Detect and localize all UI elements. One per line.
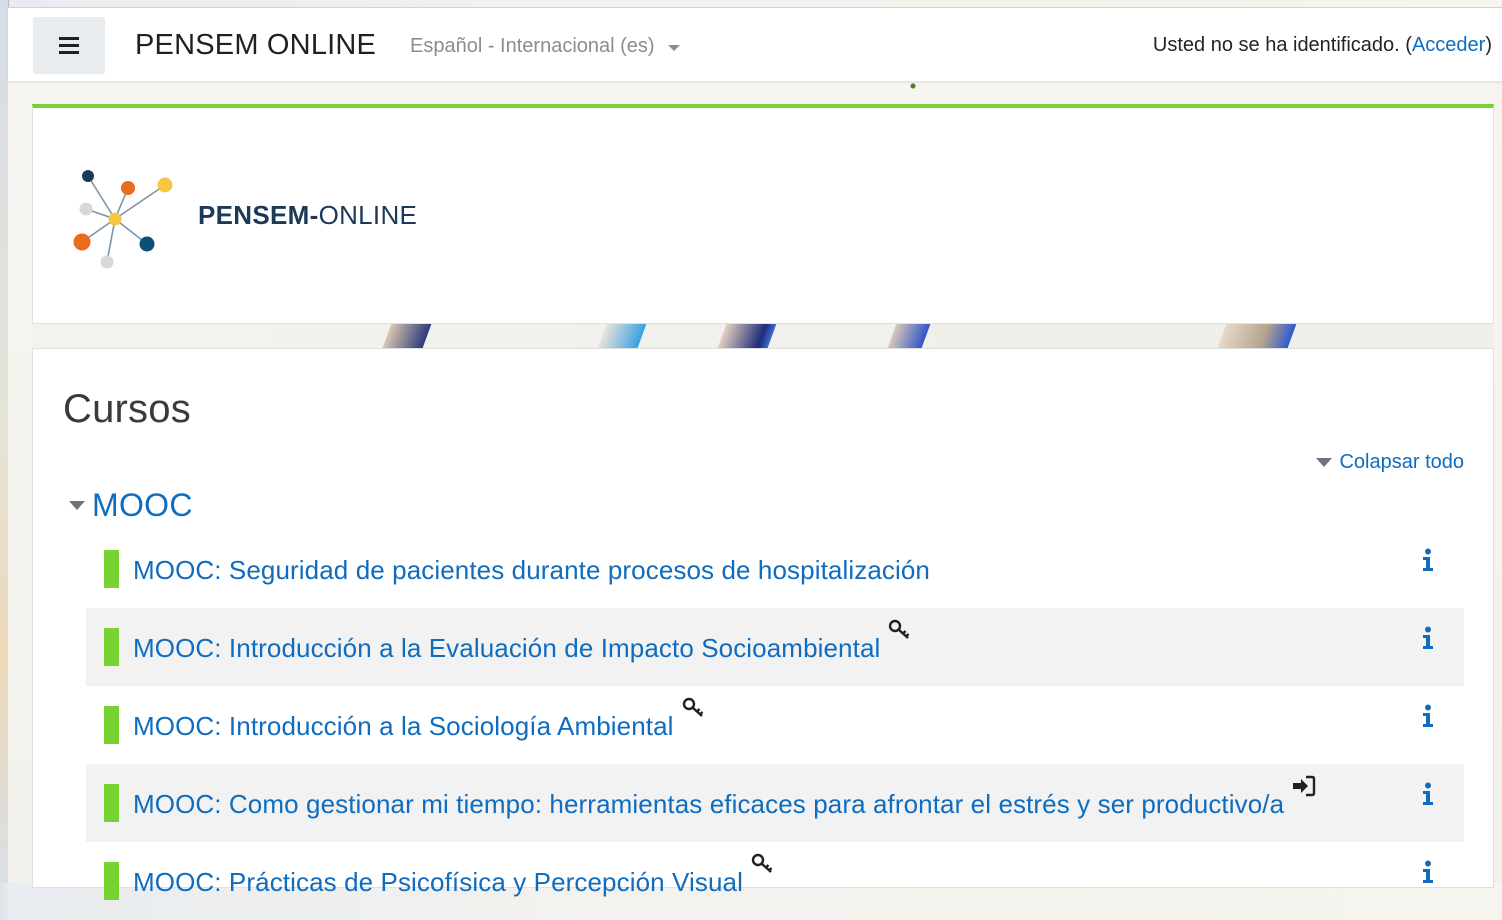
course-info-icon[interactable] [1421, 782, 1435, 806]
key-icon [751, 853, 773, 873]
site-name-link[interactable]: PENSEM ONLINE [135, 29, 376, 62]
collapse-all-label: Colapsar todo [1339, 451, 1464, 473]
course-listing-card: Cursos Colapsar todo MOOC MOOC: Segurida… [32, 348, 1494, 900]
course-title: MOOC: Prácticas de Psicofísica y Percepc… [133, 867, 743, 897]
triangle-down-icon [69, 501, 85, 510]
login-info: Usted no se ha identificado. (Acceder) [1153, 34, 1492, 57]
page-title: Cursos [63, 387, 191, 431]
logo-wordmark: PENSEM-ONLINE [198, 200, 417, 231]
course-row: MOOC: Prácticas de Psicofísica y Percepc… [86, 842, 1464, 920]
login-status-close: ) [1485, 34, 1492, 56]
sign-in-icon [1293, 775, 1316, 797]
course-link[interactable]: MOOC: Como gestionar mi tiempo: herramie… [133, 775, 1316, 820]
site-logo[interactable]: PENSEM-ONLINE [71, 164, 417, 274]
navbar: PENSEM ONLINE Español - Internacional (e… [8, 8, 1502, 82]
key-icon [682, 697, 703, 717]
course-info-icon[interactable] [1421, 704, 1435, 728]
course-link[interactable]: MOOC: Seguridad de pacientes durante pro… [133, 555, 930, 586]
key-icon [889, 619, 910, 639]
triangle-down-icon [1316, 458, 1333, 467]
course-status-bar [104, 706, 119, 744]
category-link[interactable]: MOOC [92, 487, 193, 524]
course-list: MOOC: Seguridad de pacientes durante pro… [86, 530, 1464, 920]
course-status-bar [104, 862, 119, 900]
course-link[interactable]: MOOC: Introducción a la Sociología Ambie… [133, 697, 706, 742]
course-row: MOOC: Seguridad de pacientes durante pro… [86, 530, 1464, 608]
language-label: Español - Internacional (es) [410, 35, 655, 57]
course-title: MOOC: Introducción a la Evaluación de Im… [133, 633, 881, 663]
network-logo-icon [73, 170, 173, 269]
course-status-bar [104, 784, 119, 822]
category-toggle[interactable]: MOOC [69, 487, 193, 524]
course-status-bar [104, 550, 119, 588]
course-row: MOOC: Como gestionar mi tiempo: herramie… [86, 764, 1464, 842]
course-title: MOOC: Como gestionar mi tiempo: herramie… [133, 789, 1285, 819]
header-background-image [32, 324, 1494, 348]
login-status-text: Usted no se ha identificado. ( [1152, 34, 1412, 56]
caret-down-icon [667, 44, 680, 51]
logo-wordmark-light: ONLINE [318, 200, 418, 230]
hamburger-icon [59, 37, 79, 54]
course-title: MOOC: Introducción a la Sociología Ambie… [133, 711, 674, 741]
course-info-icon[interactable] [1421, 860, 1435, 884]
login-link[interactable]: Acceder [1412, 34, 1485, 56]
logo-wordmark-bold: PENSEM- [198, 200, 319, 230]
collapse-all-link[interactable]: Colapsar todo [1316, 451, 1464, 474]
page-header: PENSEM-ONLINE [32, 104, 1494, 324]
course-info-icon[interactable] [1421, 548, 1435, 572]
language-menu[interactable]: Español - Internacional (es) [410, 35, 680, 58]
course-info-icon[interactable] [1421, 626, 1435, 650]
course-status-bar [104, 628, 119, 666]
drawer-toggle-button[interactable] [33, 17, 105, 74]
course-row: MOOC: Introducción a la Sociología Ambie… [86, 686, 1464, 764]
course-row: MOOC: Introducción a la Evaluación de Im… [86, 608, 1464, 686]
course-link[interactable]: MOOC: Introducción a la Evaluación de Im… [133, 619, 912, 664]
